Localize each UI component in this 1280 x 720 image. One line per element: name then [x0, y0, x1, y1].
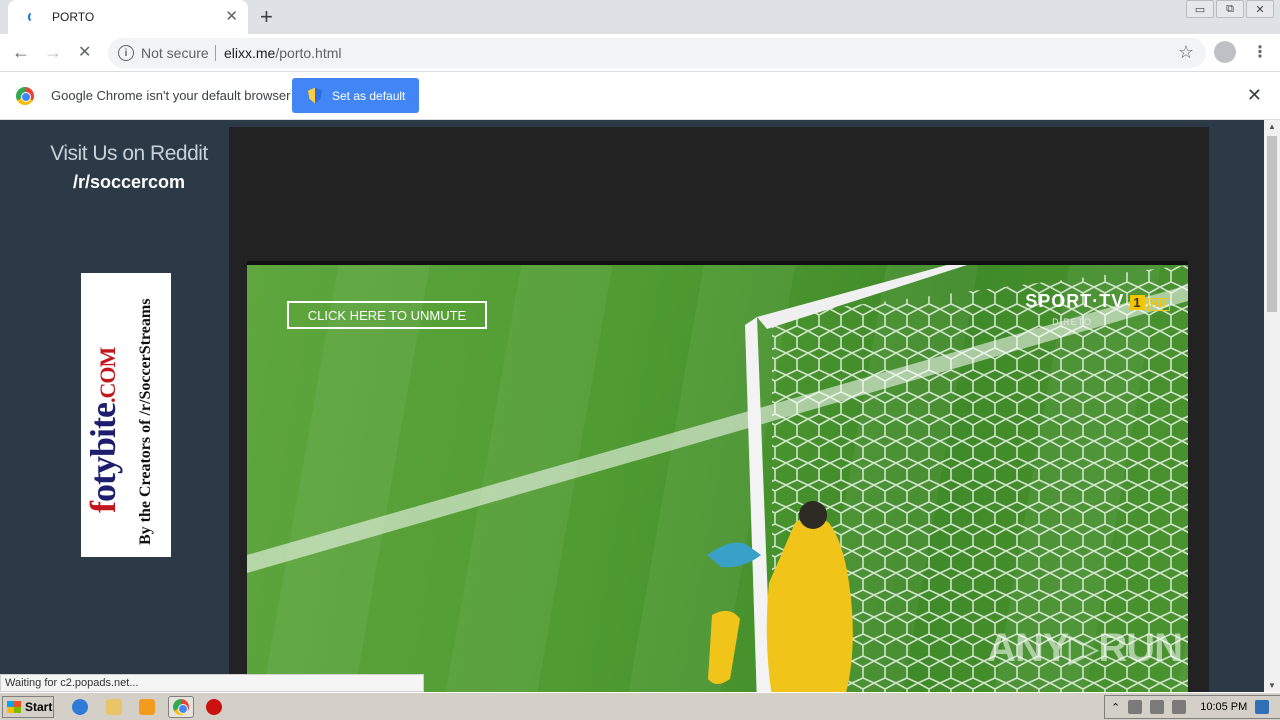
file-explorer-icon[interactable] [106, 699, 122, 715]
desktop-icon[interactable] [1255, 700, 1270, 714]
tab-porto[interactable]: PORTO ✕ [8, 0, 248, 34]
infobar-close-icon[interactable]: ✕ [1247, 85, 1262, 106]
start-button[interactable]: Start [2, 696, 54, 718]
url-text[interactable]: elixx.me/porto.html [224, 45, 342, 61]
start-label: Start [25, 700, 53, 714]
video-player[interactable]: CLICK HERE TO UNMUTE SPORT·TV 1 HD DIRETO… [247, 261, 1188, 692]
scroll-thumb[interactable] [1267, 136, 1277, 312]
restore-button[interactable]: ⧉ [1216, 0, 1244, 18]
stop-loading-button[interactable]: ✕ [78, 42, 91, 62]
anyrun-watermark: ANY▷RUN [987, 626, 1183, 670]
window-controls: ▭ ⧉ ✕ [1186, 0, 1274, 20]
url-host: elixx.me [224, 45, 276, 61]
loading-spinner-icon [28, 11, 40, 23]
windows-logo-icon [7, 701, 21, 713]
set-as-default-label: Set as default [332, 88, 406, 103]
tray-expand-icon[interactable]: ⌃ [1111, 701, 1120, 714]
media-player-icon[interactable] [139, 699, 155, 715]
infobar-message: Google Chrome isn't your default browser [51, 88, 291, 103]
address-separator [215, 45, 216, 61]
scroll-down-arrow-icon[interactable]: ▼ [1268, 681, 1276, 690]
bookmark-star-icon[interactable]: ☆ [1178, 42, 1194, 63]
reddit-promo-heading: Visit Us on Reddit [50, 142, 208, 165]
url-path: /porto.html [275, 45, 342, 61]
close-window-button[interactable]: ✕ [1246, 0, 1274, 18]
live-label: DIRETO [1052, 317, 1092, 327]
banner-tagline: By the Creators of /r/SoccerStreams [137, 298, 154, 545]
uac-shield-icon [308, 87, 322, 104]
address-bar[interactable]: i Not secure elixx.me/porto.html ☆ [108, 38, 1206, 68]
footybite-banner[interactable]: fotybite.COM By the Creators of /r/Socce… [81, 273, 171, 557]
chrome-taskbar-icon [173, 699, 189, 715]
scroll-up-arrow-icon[interactable]: ▲ [1268, 122, 1276, 131]
tab-strip: PORTO ✕ + ▭ ⧉ ✕ [0, 0, 1280, 34]
browser-toolbar: ← → ✕ i Not secure elixx.me/porto.html ☆… [0, 34, 1280, 72]
tab-close-icon[interactable]: ✕ [225, 7, 238, 25]
chrome-menu-icon[interactable]: ⋮ [1252, 42, 1268, 62]
page-scrollbar[interactable]: ▲ ▼ [1264, 120, 1280, 692]
new-tab-button[interactable]: + [260, 4, 273, 30]
page-content: Visit Us on Reddit /r/soccercom fotybite… [0, 120, 1264, 692]
opera-icon[interactable] [206, 699, 222, 715]
set-as-default-button[interactable]: Set as default [292, 78, 419, 113]
status-bubble: Waiting for c2.popads.net... [0, 674, 424, 692]
tab-title: PORTO [52, 10, 95, 24]
video-player-container: CLICK HERE TO UNMUTE SPORT·TV 1 HD DIRETO… [229, 127, 1209, 692]
network-icon[interactable] [1128, 700, 1143, 714]
not-secure-label: Not secure [141, 45, 209, 61]
forward-button[interactable]: → [44, 42, 62, 63]
internet-explorer-icon[interactable] [72, 699, 88, 715]
flag-icon[interactable] [1172, 700, 1187, 714]
footybite-logo: fotybite.COM [83, 347, 123, 513]
back-button[interactable]: ← [12, 42, 30, 63]
chrome-taskbar-button[interactable] [168, 696, 194, 718]
chrome-logo-icon [16, 87, 34, 105]
info-icon[interactable]: i [118, 45, 134, 61]
minimize-button[interactable]: ▭ [1186, 0, 1214, 18]
unmute-button[interactable]: CLICK HERE TO UNMUTE [287, 301, 487, 329]
windows-taskbar: Start ⌃ 10:05 PM [0, 692, 1280, 720]
reddit-link[interactable]: /r/soccercom [0, 172, 258, 193]
volume-icon[interactable] [1150, 700, 1165, 714]
default-browser-infobar: Google Chrome isn't your default browser… [0, 72, 1280, 120]
profile-avatar[interactable] [1214, 41, 1236, 63]
clock[interactable]: 10:05 PM [1200, 701, 1247, 713]
system-tray: ⌃ 10:05 PM [1104, 695, 1280, 719]
sport-tv-logo: SPORT·TV 1 HD [1025, 291, 1170, 312]
